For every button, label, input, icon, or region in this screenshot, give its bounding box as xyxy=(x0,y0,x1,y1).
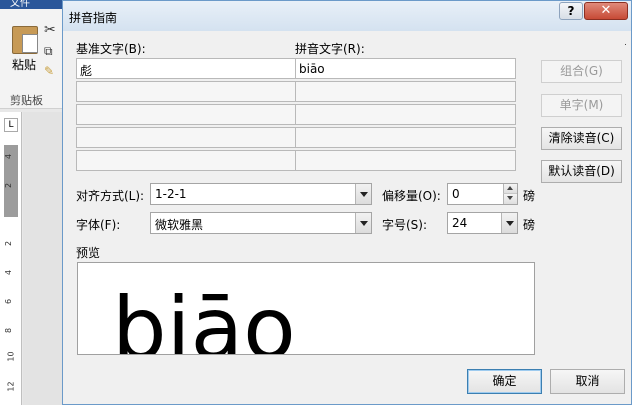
alignment-label: 对齐方式(L): xyxy=(76,189,145,203)
base-text-cell[interactable]: 彪 xyxy=(76,58,296,79)
chevron-down-icon[interactable] xyxy=(501,213,517,233)
alignment-select[interactable]: 1-2-1 xyxy=(150,183,372,205)
base-text-cell[interactable] xyxy=(76,104,296,125)
ruler-number: 6 xyxy=(4,298,14,305)
format-painter-icon[interactable]: ✎ xyxy=(44,64,54,78)
offset-spinner[interactable]: 0 xyxy=(447,183,518,205)
ok-button[interactable]: 确定 xyxy=(467,369,542,394)
ruler-number: 2 xyxy=(4,182,14,189)
paste-icon[interactable] xyxy=(12,26,38,54)
file-tab[interactable]: 文件 xyxy=(10,0,30,9)
preview-text: biāo xyxy=(112,279,296,355)
ruby-text-cell[interactable] xyxy=(295,104,516,125)
ruby-text-cell[interactable] xyxy=(295,81,516,102)
base-text-cell[interactable] xyxy=(76,81,296,102)
size-unit: 磅 xyxy=(523,218,536,232)
document-area[interactable] xyxy=(23,112,63,405)
font-select[interactable]: 微软雅黑 xyxy=(150,212,372,234)
clipboard-group-label: 剪贴板 xyxy=(10,94,43,107)
cancel-button[interactable]: 取消 xyxy=(550,369,625,394)
ruler-number: 10 xyxy=(6,351,16,362)
preview-box: biāo xyxy=(77,262,535,355)
phonetic-guide-dialog: 拼音指南 ? ✕ 基准文字(B): 拼音文字(R): 彪 biāo 组合(G) … xyxy=(62,0,632,405)
ruby-text-value: biāo xyxy=(299,62,325,76)
clear-reading-button[interactable]: 清除读音(C) xyxy=(541,127,622,150)
ruler-number: 12 xyxy=(6,381,16,392)
font-label: 字体(F): xyxy=(76,218,121,232)
cut-icon[interactable]: ✂ xyxy=(44,22,56,38)
dialog-titlebar[interactable]: 拼音指南 ? ✕ xyxy=(63,1,631,31)
dialog-title: 拼音指南 xyxy=(69,11,118,25)
spin-down-icon[interactable] xyxy=(503,194,517,204)
base-text-cell[interactable] xyxy=(76,150,296,171)
ruby-text-cell[interactable]: biāo xyxy=(295,58,516,79)
size-value: 24 xyxy=(452,216,468,230)
chevron-down-icon[interactable] xyxy=(355,213,371,233)
ruler-number: 4 xyxy=(4,269,14,276)
preview-label: 预览 xyxy=(76,246,101,260)
ruler-number: 2 xyxy=(4,240,14,247)
close-button[interactable]: ✕ xyxy=(584,2,628,20)
chevron-down-icon[interactable] xyxy=(355,184,371,204)
offset-unit: 磅 xyxy=(523,189,536,203)
copy-icon[interactable]: ⧉ xyxy=(44,44,53,59)
ruby-text-cell[interactable] xyxy=(295,150,516,171)
spin-up-icon[interactable] xyxy=(503,184,517,194)
alignment-value: 1-2-1 xyxy=(155,187,187,201)
ruler-number: 4 xyxy=(4,153,14,160)
base-text-cell[interactable] xyxy=(76,127,296,148)
paste-label[interactable]: 粘贴 xyxy=(12,56,36,73)
group-button[interactable]: 组合(G) xyxy=(541,60,622,83)
help-button[interactable]: ? xyxy=(559,2,583,20)
ruby-text-cell[interactable] xyxy=(295,127,516,148)
ruler-number: 8 xyxy=(4,327,14,334)
default-reading-button[interactable]: 默认读音(D) xyxy=(541,160,622,183)
base-text-value: 彪 xyxy=(80,64,93,78)
offset-value: 0 xyxy=(452,187,460,201)
font-value: 微软雅黑 xyxy=(155,218,204,232)
size-label: 字号(S): xyxy=(382,218,428,232)
ruby-text-label: 拼音文字(R): xyxy=(295,42,365,56)
dialog-content: 基准文字(B): 拼音文字(R): 彪 biāo 组合(G) 单字(M) 清除读… xyxy=(69,31,625,401)
mono-button[interactable]: 单字(M) xyxy=(541,94,622,117)
size-select[interactable]: 24 xyxy=(447,212,518,234)
tab-selector[interactable]: L xyxy=(4,118,18,132)
offset-label: 偏移量(O): xyxy=(382,189,441,203)
base-text-label: 基准文字(B): xyxy=(76,42,146,56)
